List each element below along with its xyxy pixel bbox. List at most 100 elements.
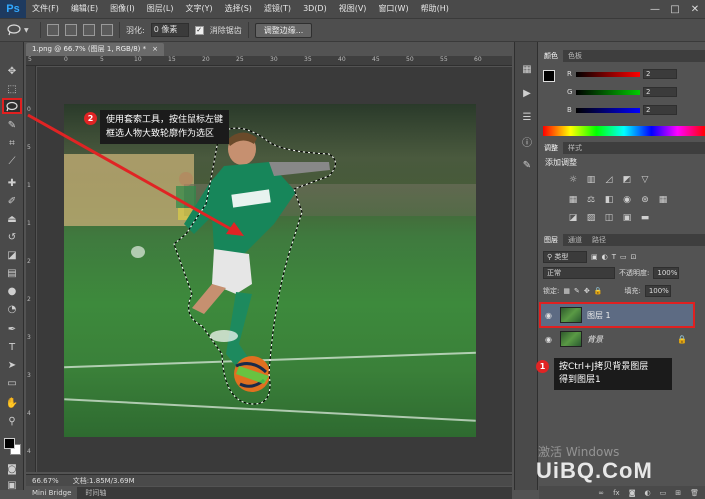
callout-line: 按Ctrl+J拷贝背景图层 [559,362,649,372]
layer-lock-row: 锁定: ▦ ✎ ✥ 🔒 填充: 100% [543,284,701,297]
panel-dock-icons: ▦ ▶ ☰ ⓘ ✎ [514,42,538,490]
adjust-title: 添加调整 [545,158,577,167]
fx-icon[interactable]: fx [613,489,620,497]
adjust-row-1: ☼ ▥ ◿ ◩ ▽ [567,174,677,186]
balance-icon[interactable]: ⚖ [585,194,597,206]
right-panels: 颜色 色板 R 2 G 2 B 2 调整 样式 添加调整 ☼ ▥ ◿ ◩ ▽ ▦… [539,42,705,499]
tab-styles[interactable]: 样式 [563,142,587,154]
lock-icon: 🔒 [677,334,687,344]
layer-blend-row: 正常 不透明度: 100% [543,266,701,279]
red-value[interactable]: 2 [643,69,677,79]
blue-value[interactable]: 2 [643,105,677,115]
layer-thumbnail [560,331,582,347]
opacity-input[interactable]: 100% [653,266,680,279]
step-2-badge: 2 [84,112,97,125]
fill-label: 填充: [624,286,641,295]
lock-paint-icon[interactable]: ✎ [574,287,580,295]
callout-line: 得到图层1 [559,375,601,385]
photo-filter-icon[interactable]: ◉ [621,194,633,206]
adjust-row-3: ◪ ▨ ◫ ▣ ▬ [567,212,677,224]
channel-label: R [567,70,572,78]
lock-label: 锁定: [543,286,560,295]
filter-type-icon[interactable]: T [612,253,616,261]
adjust-icon[interactable]: ◐ [645,489,651,497]
adjust-row-2: ▦ ⚖ ◧ ◉ ⊛ ▦ [567,194,677,206]
color-spectrum[interactable] [543,126,705,136]
tab-layers[interactable]: 图层 [539,234,563,246]
status-bar: 66.67% 文档:1.85M/3.69M [26,474,512,486]
threshold-icon[interactable]: ◫ [603,212,615,224]
layer-filter-row: ⚲ 类型 ▣ ◐ T ▭ ⊡ [543,250,701,263]
green-slider[interactable] [576,89,640,95]
brightness-icon[interactable]: ☼ [567,174,579,186]
mixer-icon[interactable]: ⊛ [639,194,651,206]
vibrance-icon[interactable]: ▽ [639,174,651,186]
tab-swatches[interactable]: 色板 [563,50,587,62]
green-value[interactable]: 2 [643,87,677,97]
tab-timeline[interactable]: 时间轴 [79,487,113,499]
zoom-level[interactable]: 66.67% [32,477,59,485]
filter-smart-icon[interactable]: ⊡ [631,253,637,261]
channel-label: B [567,106,572,114]
gradient-map-icon[interactable]: ▬ [639,212,651,224]
info-panel-icon[interactable]: ⓘ [520,134,534,149]
doc-size-info[interactable]: 文档:1.85M/3.69M [73,476,135,486]
layer-highlight-outline [539,302,695,328]
properties-panel-icon[interactable]: ☰ [520,110,534,124]
posterize-icon[interactable]: ▨ [585,212,597,224]
curves-icon[interactable]: ◿ [603,174,615,186]
slider-blue[interactable]: B 2 [567,104,703,116]
search-icon: ⚲ [547,252,553,261]
tab-channels[interactable]: 通道 [563,234,587,246]
layer-filter-value: 类型 [554,252,569,261]
callout-line: 使用套索工具，按住鼠标左键 [106,115,224,125]
color-panel-foreground[interactable] [543,70,555,82]
folder-icon[interactable]: ▭ [660,489,667,497]
filter-pixel-icon[interactable]: ▣ [591,253,598,261]
history-panel-icon[interactable]: ▦ [520,62,534,76]
tab-adjustments[interactable]: 调整 [539,142,563,154]
filter-shape-icon[interactable]: ▭ [620,253,627,261]
channel-label: G [567,88,573,96]
filter-adjust-icon[interactable]: ◐ [602,253,608,261]
lookup-icon[interactable]: ▦ [657,194,669,206]
lock-pixels-icon[interactable]: ▦ [563,287,570,295]
brush-panel-icon[interactable]: ✎ [520,158,534,172]
new-layer-icon[interactable]: ⊞ [675,489,681,497]
step-1-callout: 按Ctrl+J拷贝背景图层 得到图层1 [554,358,672,390]
selective-color-icon[interactable]: ▣ [621,212,633,224]
lock-all-icon[interactable]: 🔒 [594,287,603,295]
layers-panel-footer: ∞ fx ◙ ◐ ▭ ⊞ 🗑 [539,486,705,499]
photoshop-window: Ps 文件(F) 编辑(E) 图像(I) 图层(L) 文字(Y) 选择(S) 滤… [0,0,705,499]
link-icon[interactable]: ∞ [598,489,604,497]
lock-move-icon[interactable]: ✥ [584,287,590,295]
bw-icon[interactable]: ◧ [603,194,615,206]
trash-icon[interactable]: 🗑 [690,489,699,497]
invert-icon[interactable]: ◪ [567,212,579,224]
slider-red[interactable]: R 2 [567,68,703,80]
opacity-label: 不透明度: [619,268,650,277]
fill-input[interactable]: 100% [644,284,671,297]
tab-paths[interactable]: 路径 [587,234,611,246]
exposure-icon[interactable]: ◩ [621,174,633,186]
tab-mini-bridge[interactable]: Mini Bridge [26,487,78,499]
adjust-panel-tabs: 调整 样式 [539,142,705,154]
blue-slider[interactable] [576,107,640,113]
slider-green[interactable]: G 2 [567,86,703,98]
layer-row-background[interactable]: ◉ 背景 🔒 [539,328,695,350]
site-watermark: UiBQ.CoM [536,458,653,483]
blend-mode-select[interactable]: 正常 [543,266,615,279]
layer-filter-select[interactable]: ⚲ 类型 [543,250,587,263]
bottom-panel-tabs: Mini Bridge 时间轴 [26,487,512,499]
tab-color[interactable]: 颜色 [539,50,563,62]
red-slider[interactable] [576,71,640,77]
mask-icon[interactable]: ◙ [629,489,636,497]
actions-panel-icon[interactable]: ▶ [520,86,534,100]
layer-name: 背景 [587,334,603,344]
hue-icon[interactable]: ▦ [567,194,579,206]
eye-icon[interactable]: ◉ [545,335,555,344]
color-panel-tabs: 颜色 色板 [539,50,705,62]
layers-panel-tabs: 图层 通道 路径 [539,234,705,246]
callout-line: 框选人物大致轮廓作为选区 [106,129,215,139]
levels-icon[interactable]: ▥ [585,174,597,186]
